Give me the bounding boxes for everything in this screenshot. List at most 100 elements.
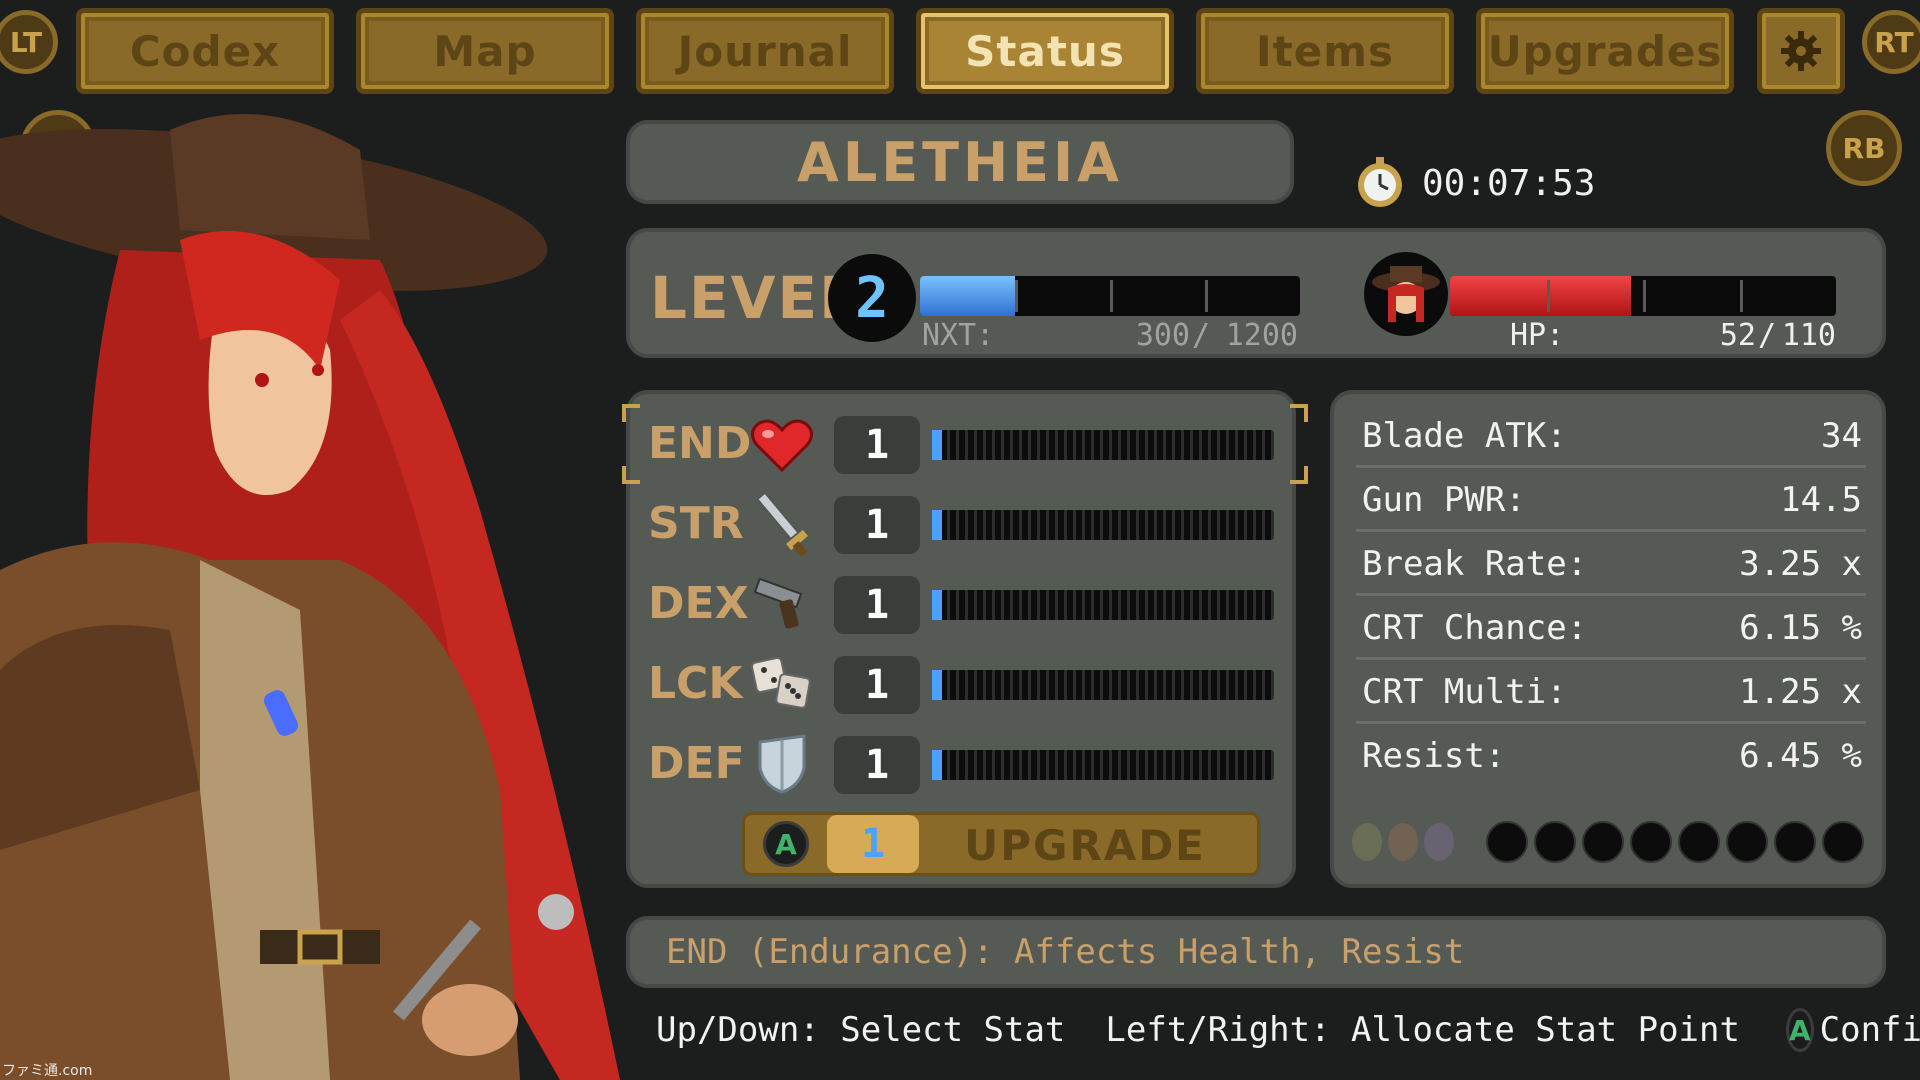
pocket-watch-icon: [1358, 157, 1402, 207]
stat-value: 1: [834, 656, 920, 714]
attr-value: 1.25 x: [1739, 672, 1862, 712]
stat-row-lck[interactable]: LCK 1: [630, 648, 1300, 720]
xp-label: NXT:: [922, 318, 995, 353]
xp-bar: [920, 276, 1300, 316]
hint-select-stat: Up/Down: Select Stat: [656, 1010, 1066, 1050]
stat-value: 1: [834, 576, 920, 634]
attr-label: Resist:: [1362, 736, 1506, 776]
orb-slot: [1582, 821, 1624, 863]
hp-bar-fill: [1450, 276, 1632, 316]
attr-row-break-rate: Break Rate: 3.25 x: [1356, 532, 1866, 596]
tab-codex[interactable]: Codex: [76, 8, 334, 94]
orb-slot: [1630, 821, 1672, 863]
upgrade-button[interactable]: A 1 UPGRADE: [742, 812, 1260, 876]
attr-value: 3.25 x: [1739, 544, 1862, 584]
stat-bar: [932, 430, 1274, 460]
stat-row-def[interactable]: DEF 1: [630, 728, 1300, 800]
attr-label: Blade ATK:: [1362, 416, 1567, 456]
attr-value: 6.15 %: [1739, 608, 1862, 648]
stat-name: END: [648, 418, 752, 469]
xp-bar-fill: [920, 276, 1015, 316]
attr-row-crt-multi: CRT Multi: 1.25 x: [1356, 660, 1866, 724]
pistol-icon: [753, 577, 803, 629]
stat-bar-fill: [932, 670, 943, 700]
hp-separator: /: [1758, 318, 1777, 353]
heart-icon: [751, 419, 813, 473]
selection-corner: [622, 404, 640, 422]
character-mini-avatar: [1364, 252, 1448, 336]
level-value: 2: [828, 254, 916, 342]
play-time: 00:07:53: [1422, 162, 1596, 204]
stat-name: LCK: [648, 658, 743, 709]
attr-label: CRT Multi:: [1362, 672, 1567, 712]
stat-value: 1: [834, 496, 920, 554]
stat-bar-fill: [932, 750, 943, 780]
a-button-icon: A: [1785, 1008, 1814, 1052]
orb-slot: [1822, 821, 1864, 863]
hp-label: HP:: [1510, 318, 1565, 353]
stat-row-str[interactable]: STR 1: [630, 488, 1300, 560]
tab-status[interactable]: Status: [916, 8, 1174, 94]
gem-slot: [1352, 823, 1382, 861]
stat-name: DEF: [648, 738, 745, 789]
play-timer: 00:07:53: [1350, 150, 1595, 216]
dice-icon: [750, 656, 811, 709]
available-stat-points: 1: [827, 815, 919, 873]
settings-tab[interactable]: [1757, 8, 1845, 94]
selection-corner: [622, 466, 640, 484]
stat-bar: [932, 510, 1274, 540]
attr-value: 14.5: [1780, 480, 1862, 520]
character-name-panel: ALETHEIA: [626, 120, 1294, 204]
selection-corner: [1290, 404, 1308, 422]
attr-value: 34: [1821, 416, 1862, 456]
xp-separator: /: [1192, 318, 1211, 353]
upgrade-label: UPGRADE: [964, 821, 1206, 870]
attr-label: CRT Chance:: [1362, 608, 1588, 648]
stat-row-dex[interactable]: DEX 1: [630, 568, 1300, 640]
rb-button-prompt: RB: [1826, 110, 1902, 186]
gem-slot: [1424, 823, 1454, 861]
attr-row-blade-atk: Blade ATK: 34: [1356, 404, 1866, 468]
stat-bar: [932, 670, 1274, 700]
xp-max: 1200: [1225, 318, 1298, 353]
tab-map[interactable]: Map: [356, 8, 614, 94]
level-label: LEVEL: [650, 264, 859, 332]
orb-slot: [1486, 821, 1528, 863]
gear-icon: [1781, 31, 1821, 71]
xp-current: 300: [1135, 318, 1190, 353]
attr-label: Gun PWR:: [1362, 480, 1526, 520]
stats-panel: END 1 STR 1 DEX 1 LCK 1 DEF 1 A 1 UPGRAD…: [622, 390, 1308, 888]
attr-row-crt-chance: CRT Chance: 6.15 %: [1356, 596, 1866, 660]
sword-icon: [755, 492, 808, 556]
watermark: ファミ通.com: [2, 1063, 93, 1079]
shield-icon: [758, 734, 806, 794]
orb-slot: [1678, 821, 1720, 863]
equipment-slots: [1352, 818, 1864, 866]
tab-journal[interactable]: Journal: [636, 8, 894, 94]
stat-bar-fill: [932, 510, 943, 540]
rt-button-prompt: RT: [1862, 10, 1920, 74]
stat-value: 1: [834, 736, 920, 794]
hp-current: 52: [1719, 318, 1756, 353]
stat-description: END (Endurance): Affects Health, Resist: [666, 932, 1465, 972]
tab-items[interactable]: Items: [1196, 8, 1454, 94]
stat-description-panel: END (Endurance): Affects Health, Resist: [626, 916, 1886, 988]
stat-name: STR: [648, 498, 744, 549]
stat-bar-fill: [932, 430, 943, 460]
character-portrait: [0, 114, 620, 1080]
hp-max: 110: [1781, 318, 1836, 353]
menu-tab-bar: LT Codex Map Journal Status Items Upgrad…: [0, 0, 1920, 100]
character-name: ALETHEIA: [797, 130, 1123, 194]
tab-upgrades[interactable]: Upgrades: [1476, 8, 1734, 94]
orb-slot: [1534, 821, 1576, 863]
a-button-icon: A: [763, 821, 809, 867]
attr-value: 6.45 %: [1739, 736, 1862, 776]
stat-bar: [932, 590, 1274, 620]
hint-confirm: Confirm: [1819, 1010, 1920, 1050]
stat-name: DEX: [648, 578, 749, 629]
stat-row-end[interactable]: END 1: [622, 404, 1308, 484]
selection-corner: [1290, 466, 1308, 484]
lt-button-prompt: LT: [0, 10, 58, 74]
orb-slot: [1774, 821, 1816, 863]
attributes-panel: Blade ATK: 34 Gun PWR: 14.5 Break Rate: …: [1330, 390, 1886, 888]
